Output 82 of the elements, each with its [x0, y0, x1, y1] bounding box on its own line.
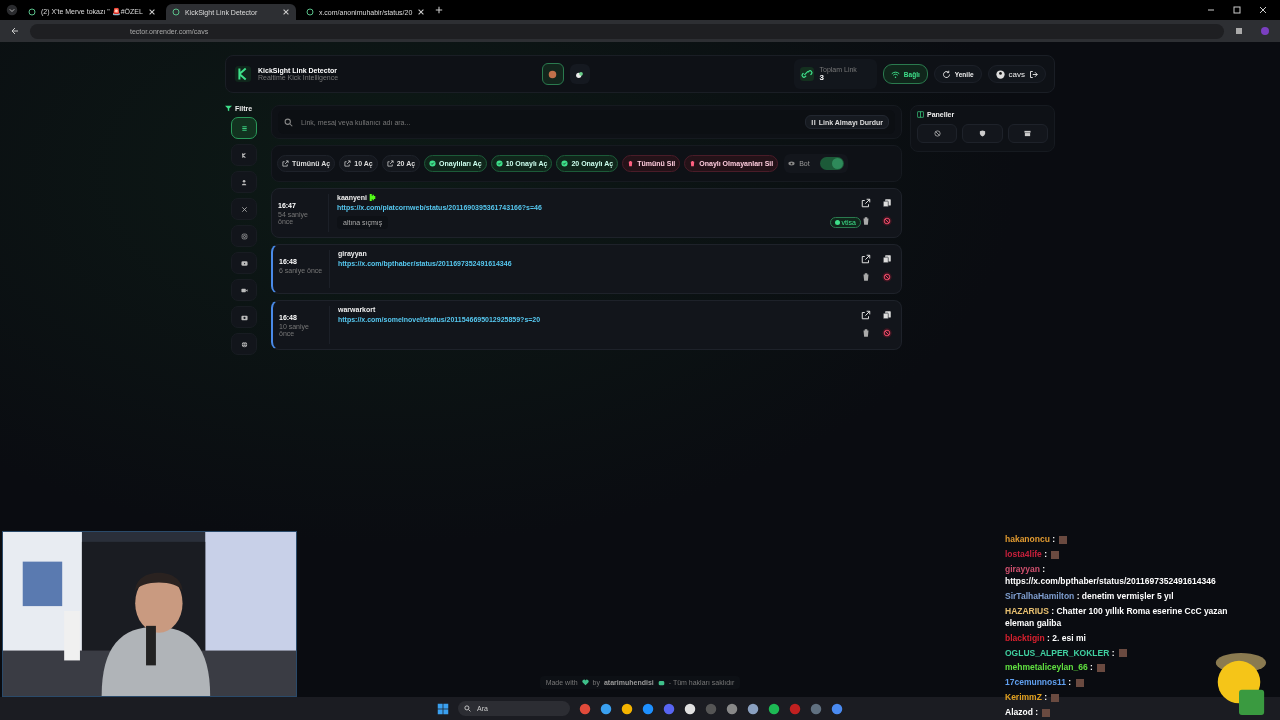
filter-button[interactable]	[231, 252, 257, 274]
cloud-button[interactable]	[569, 64, 590, 84]
user-icon	[995, 69, 1005, 79]
refresh-icon	[941, 69, 951, 79]
play-icon	[240, 259, 248, 267]
block-icon[interactable]	[882, 328, 892, 338]
taskbar-app-icon[interactable]	[684, 702, 696, 715]
logout-icon	[1029, 69, 1038, 79]
x-logo-icon	[240, 205, 248, 213]
chat-message: SirTalhaHamilton : denetim vermişler 5 yıl	[1005, 591, 1175, 603]
tab-favicon-icon	[171, 8, 180, 16]
block-icon[interactable]	[882, 216, 892, 226]
tab-list-icon[interactable]	[6, 4, 18, 16]
external-link-icon[interactable]	[861, 254, 871, 264]
archive-panel-button[interactable]	[1007, 124, 1048, 143]
maximize-icon[interactable]	[1232, 5, 1242, 15]
shield-icon	[979, 130, 986, 137]
chat-message: HAZARIUS : Chatter 100 yıllık Roma eserine CcC yazan eleman galiba	[1005, 605, 1229, 630]
close-icon[interactable]	[417, 8, 426, 16]
user-button[interactable]: cavs	[987, 65, 1046, 83]
taskbar-app-icon[interactable]	[621, 702, 633, 715]
wifi-icon	[890, 69, 900, 79]
trash-icon	[689, 160, 697, 167]
bot-toggle[interactable]	[819, 157, 844, 170]
windows-start-icon[interactable]	[437, 702, 449, 715]
heart-icon	[581, 679, 589, 686]
copy-icon[interactable]	[882, 198, 892, 208]
taskbar-app-icon[interactable]	[768, 702, 780, 715]
check-circle-icon	[561, 160, 569, 167]
tab-favicon-icon	[28, 8, 36, 16]
video-icon	[240, 286, 248, 294]
filter-button[interactable]	[231, 279, 257, 301]
taskbar-app-icon[interactable]	[642, 702, 654, 715]
avatar-icon	[548, 69, 558, 79]
archive-icon	[1024, 130, 1032, 137]
filter-button[interactable]	[231, 333, 257, 355]
tab-favicon-icon	[305, 8, 314, 16]
check-circle-icon	[495, 160, 503, 167]
trash-icon[interactable]	[861, 328, 871, 338]
external-link-icon[interactable]	[861, 198, 871, 208]
panels-icon	[917, 111, 924, 118]
chat-message: hakanoncu :	[1005, 534, 1250, 547]
link-icon	[799, 67, 814, 81]
close-icon[interactable]	[281, 8, 290, 16]
trash-icon	[627, 160, 635, 167]
camera-icon	[240, 313, 248, 321]
logo-icon	[234, 65, 252, 83]
taskbar-app-icon[interactable]	[600, 702, 612, 715]
camera-outline-icon	[240, 232, 248, 240]
search-icon	[284, 117, 293, 127]
pause-icon	[810, 119, 816, 125]
chat-message: blacktigin : 2. esi mi	[1005, 632, 1087, 645]
filter-button[interactable]	[231, 306, 257, 328]
search-icon	[464, 705, 471, 712]
stat-value: 3	[819, 73, 824, 82]
filter-icon	[225, 105, 232, 112]
external-link-icon	[344, 160, 352, 167]
close-icon[interactable]	[1258, 5, 1268, 15]
trash-icon[interactable]	[861, 216, 871, 226]
taskbar-app-icon[interactable]	[747, 702, 759, 715]
external-link-icon	[282, 160, 289, 167]
close-icon[interactable]	[147, 8, 156, 16]
theme-button[interactable]	[541, 63, 564, 85]
filter-button[interactable]	[231, 117, 257, 139]
list-icon	[240, 124, 248, 132]
extensions-icon[interactable]	[1234, 26, 1244, 36]
user-icon	[240, 178, 248, 186]
external-link-icon	[386, 160, 394, 167]
external-link-icon[interactable]	[861, 310, 871, 320]
eye-icon	[788, 160, 796, 167]
shield-panel-button[interactable]	[962, 124, 1003, 143]
check-circle-icon	[429, 160, 437, 167]
globe-icon	[240, 340, 248, 348]
chat-message: losta4life :	[1005, 549, 1250, 562]
trash-icon[interactable]	[861, 272, 871, 282]
copy-icon[interactable]	[882, 254, 892, 264]
block-icon	[933, 130, 941, 137]
block-icon[interactable]	[882, 272, 892, 282]
back-arrow-icon[interactable]	[10, 26, 20, 36]
new-tab-icon[interactable]	[435, 6, 444, 14]
copy-icon[interactable]	[882, 310, 892, 320]
letter-k-icon	[240, 151, 248, 159]
